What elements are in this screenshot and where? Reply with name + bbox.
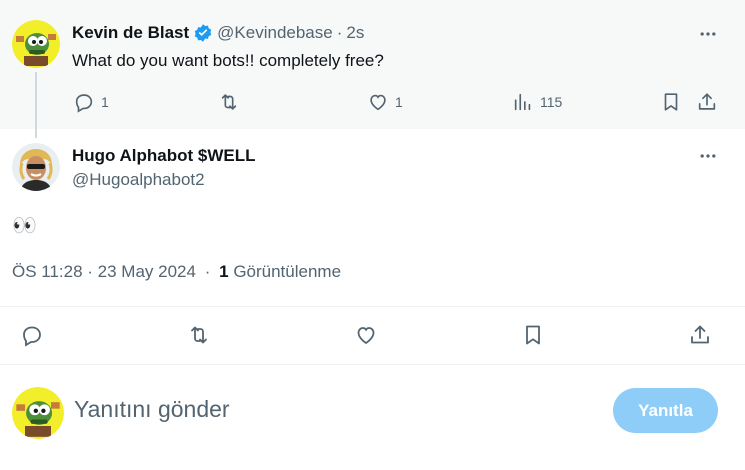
reply-input[interactable]: Yanıtını gönder [74, 396, 230, 423]
main-reply-button[interactable] [20, 323, 44, 347]
main-share-button[interactable] [688, 323, 712, 347]
divider-top [0, 306, 745, 307]
parent-author-row: Kevin de Blast @Kevindebase · 2s [72, 23, 364, 43]
view-count: 115 [540, 94, 563, 110]
like-button[interactable]: 1 [367, 91, 403, 113]
thread-connector-line [35, 72, 37, 138]
retweet-icon [191, 326, 207, 344]
tweet-meta: ÖS 11:28 · 23 May 2024 · 1 Görüntülenme [12, 262, 341, 282]
main-display-name[interactable]: Hugo Alphabot $WELL [72, 146, 256, 166]
more-icon[interactable] [696, 22, 720, 46]
avatar-hugo[interactable] [12, 143, 60, 191]
views-number: 1 [219, 262, 229, 281]
separator-dot: · [336, 23, 343, 42]
views-icon [514, 93, 531, 111]
avatar-kevin[interactable] [12, 20, 60, 68]
reply-submit-button[interactable]: Yanıtla [613, 388, 718, 433]
share-icon [698, 93, 716, 110]
verified-badge-icon [193, 23, 213, 43]
like-icon [357, 327, 375, 345]
parent-display-name[interactable]: Kevin de Blast [72, 23, 189, 43]
retweet-button[interactable] [218, 91, 240, 113]
reply-button[interactable]: 1 [73, 91, 109, 113]
separator-dot: · [204, 262, 211, 281]
main-retweet-button[interactable] [187, 323, 211, 347]
reply-icon [75, 94, 93, 113]
reply-count: 1 [101, 94, 109, 110]
share-button[interactable] [696, 91, 718, 113]
bookmark-icon [526, 325, 540, 345]
like-count: 1 [395, 94, 403, 110]
main-author-name-row: Hugo Alphabot $WELL [72, 146, 256, 166]
views-label: Görüntülenme [233, 262, 342, 281]
main-bookmark-button[interactable] [521, 323, 545, 347]
main-like-button[interactable] [354, 323, 378, 347]
bookmark-button[interactable] [660, 91, 682, 113]
main-tweet-text: 👀 [12, 215, 37, 237]
reply-icon [23, 326, 41, 347]
parent-handle[interactable]: @Kevindebase [217, 23, 333, 43]
bookmark-icon [664, 93, 678, 111]
parent-tweet-text: What do you want bots!! completely free? [72, 51, 384, 70]
tweet-timestamp[interactable]: ÖS 11:28 · 23 May 2024 [12, 262, 196, 281]
views-button[interactable]: 115 [512, 91, 562, 113]
main-author-handle-row: @Hugoalphabot2 [72, 170, 205, 190]
avatar-current-user[interactable] [12, 387, 64, 439]
more-icon[interactable] [696, 144, 720, 168]
retweet-icon [221, 94, 237, 110]
like-icon [370, 94, 386, 111]
parent-time[interactable]: 2s [346, 23, 364, 43]
share-icon [691, 325, 709, 344]
main-handle[interactable]: @Hugoalphabot2 [72, 170, 205, 190]
divider-bottom [0, 364, 745, 365]
